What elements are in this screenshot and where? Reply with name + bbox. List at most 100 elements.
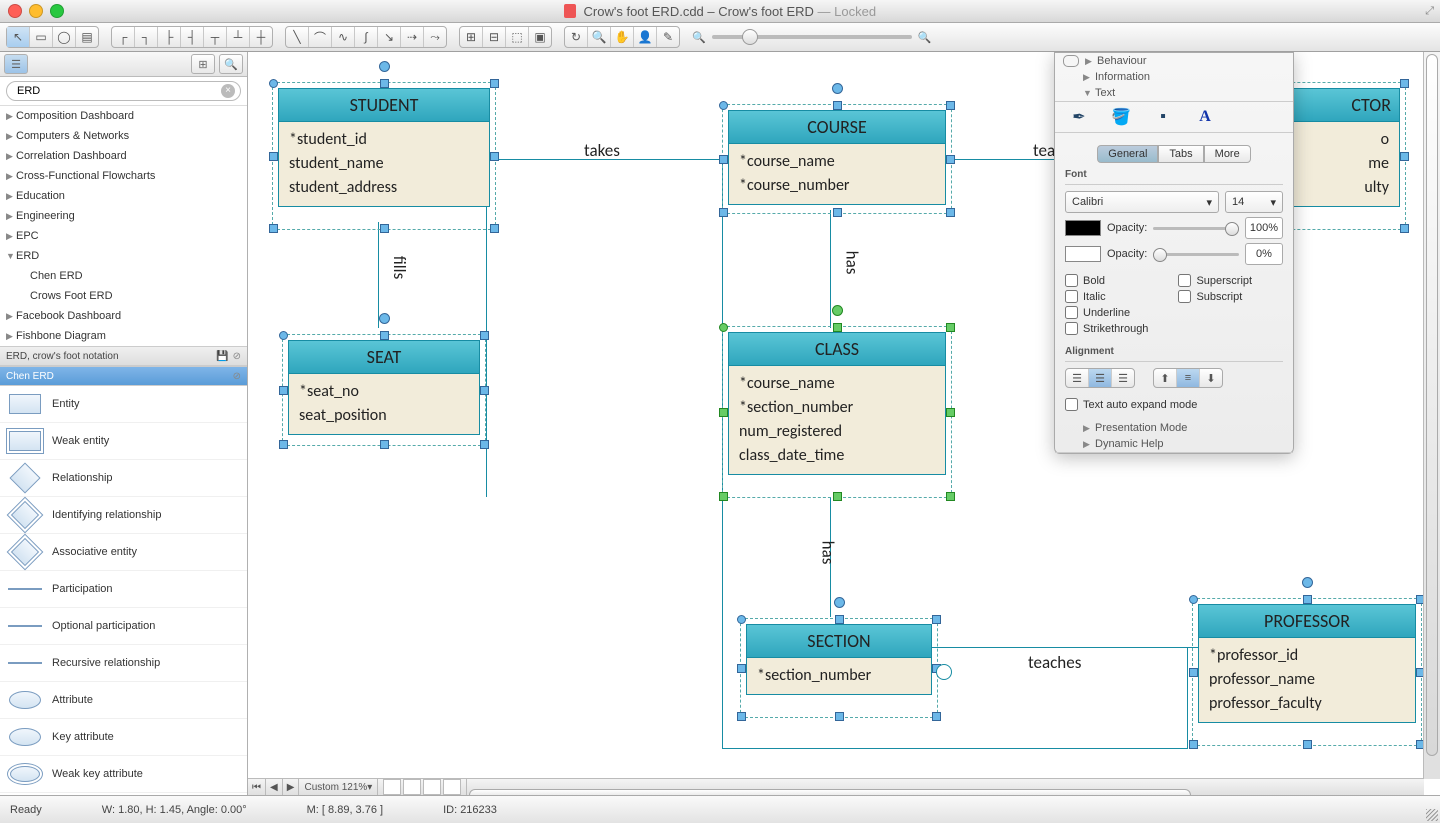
library-item[interactable]: Relationship bbox=[0, 460, 247, 497]
connector[interactable] bbox=[722, 748, 1188, 749]
search-input[interactable] bbox=[6, 81, 241, 101]
align-bottom[interactable]: ⬇ bbox=[1200, 369, 1222, 387]
entity-course[interactable]: COURSE *course_name *course_number bbox=[728, 110, 946, 205]
font-size-select[interactable]: 14▾ bbox=[1225, 191, 1283, 213]
align-middle[interactable]: ≡ bbox=[1177, 369, 1200, 387]
group-tool[interactable]: ⊞ bbox=[460, 27, 483, 47]
align-left[interactable]: ☰ bbox=[1066, 369, 1089, 387]
library-item[interactable]: Participation bbox=[0, 571, 247, 608]
tree-tool-7[interactable]: ┼ bbox=[250, 27, 272, 47]
library-item[interactable]: Associative entity bbox=[0, 534, 247, 571]
align-center[interactable]: ☰ bbox=[1089, 369, 1112, 387]
refresh-tool[interactable]: ↻ bbox=[565, 27, 588, 47]
opacity-slider-2[interactable] bbox=[1153, 253, 1239, 256]
view-mode-3[interactable] bbox=[423, 779, 441, 795]
close-lib-icon[interactable]: ⊘ bbox=[233, 371, 241, 382]
library-item[interactable]: Recursive relationship bbox=[0, 645, 247, 682]
entity-professor[interactable]: PROFESSOR *professor_id professor_name p… bbox=[1198, 604, 1416, 723]
ellipse-tool[interactable]: ◯ bbox=[53, 27, 76, 47]
inspector-section-text[interactable]: ▼Text bbox=[1055, 85, 1293, 101]
connector[interactable] bbox=[1187, 647, 1188, 749]
library-item[interactable]: Weak key attribute bbox=[0, 756, 247, 793]
tree-item[interactable]: ▶Correlation Dashboard bbox=[0, 146, 247, 166]
align-right[interactable]: ☰ bbox=[1112, 369, 1134, 387]
library-item[interactable]: Attribute bbox=[0, 682, 247, 719]
rotate-handle[interactable] bbox=[832, 83, 843, 94]
page-nav-prev[interactable]: ◀ bbox=[266, 779, 283, 795]
subtab-general[interactable]: General bbox=[1097, 145, 1158, 163]
zoom-display[interactable]: Custom 121% ▾ bbox=[299, 779, 378, 795]
bg-color-swatch[interactable] bbox=[1065, 246, 1101, 262]
entity-class[interactable]: CLASS *course_name *section_number num_r… bbox=[728, 332, 946, 475]
inspector-section-dynhelp[interactable]: ▶Dynamic Help bbox=[1055, 436, 1293, 452]
strike-checkbox[interactable]: Strikethrough bbox=[1065, 322, 1148, 335]
view-mode-4[interactable] bbox=[443, 779, 461, 795]
library-item[interactable]: Derived attribute bbox=[0, 793, 247, 795]
subscript-checkbox[interactable]: Subscript bbox=[1178, 290, 1252, 303]
conn-tool-3[interactable]: ⤳ bbox=[424, 27, 446, 47]
view-mode-1[interactable] bbox=[383, 779, 401, 795]
library-header-crowsfoot[interactable]: ERD, crow's foot notation 💾 ⊘ bbox=[0, 346, 247, 366]
tree-item[interactable]: ▶EPC bbox=[0, 226, 247, 246]
tree-tool-3[interactable]: ├ bbox=[158, 27, 181, 47]
autoexpand-checkbox[interactable]: Text auto expand mode bbox=[1065, 398, 1283, 411]
tree-item-child[interactable]: Crows Foot ERD bbox=[0, 286, 247, 306]
zoom-tool[interactable]: 🔍 bbox=[588, 27, 611, 47]
zoom-slider[interactable] bbox=[712, 35, 912, 39]
tree-item[interactable]: ▶Computers & Networks bbox=[0, 126, 247, 146]
library-item[interactable]: Weak entity bbox=[0, 423, 247, 460]
tree-item-child[interactable]: Chen ERD bbox=[0, 266, 247, 286]
zoom-out-icon[interactable]: 🔍 bbox=[692, 31, 706, 44]
rotate-handle[interactable] bbox=[1302, 577, 1313, 588]
save-lib-icon[interactable]: 💾 bbox=[216, 351, 228, 362]
zoom-in-icon[interactable]: 🔍 bbox=[918, 31, 932, 44]
sidebar-tab-library[interactable]: ☰ bbox=[4, 54, 28, 74]
page-nav-next[interactable]: ▶ bbox=[283, 779, 300, 795]
arc-tool[interactable]: ⌒ bbox=[309, 27, 332, 47]
library-item[interactable]: Key attribute bbox=[0, 719, 247, 756]
resize-grip[interactable] bbox=[1426, 809, 1438, 821]
rotate-handle[interactable] bbox=[832, 305, 843, 316]
tree-item[interactable]: ▶Cross-Functional Flowcharts bbox=[0, 166, 247, 186]
vertical-scrollbar[interactable] bbox=[1423, 52, 1440, 779]
line-tool[interactable]: ╲ bbox=[286, 27, 309, 47]
pointer-tool[interactable]: ↖ bbox=[7, 27, 30, 47]
font-style-icon[interactable]: A bbox=[1191, 106, 1219, 128]
tree-tool-6[interactable]: ┴ bbox=[227, 27, 250, 47]
opacity-slider-1[interactable] bbox=[1153, 227, 1239, 230]
inspector-section-behaviour[interactable]: ▶Behaviour bbox=[1055, 53, 1293, 69]
subtab-tabs[interactable]: Tabs bbox=[1158, 145, 1203, 163]
spline-tool[interactable]: ∫ bbox=[355, 27, 378, 47]
hand-tool[interactable]: ✋ bbox=[611, 27, 634, 47]
bucket-style-icon[interactable]: 🪣 bbox=[1107, 106, 1135, 128]
tree-tool-1[interactable]: ┌ bbox=[112, 27, 135, 47]
sidebar-tab-search[interactable]: 🔍 bbox=[219, 54, 243, 74]
italic-checkbox[interactable]: Italic bbox=[1065, 290, 1148, 303]
text-tool[interactable]: ▤ bbox=[76, 27, 98, 47]
opacity-value-1[interactable]: 100% bbox=[1245, 217, 1283, 239]
font-family-select[interactable]: Calibri▾ bbox=[1065, 191, 1219, 213]
tree-tool-2[interactable]: ┐ bbox=[135, 27, 158, 47]
conn-tool-2[interactable]: ⇢ bbox=[401, 27, 424, 47]
align-top[interactable]: ⬆ bbox=[1154, 369, 1177, 387]
tree-item[interactable]: ▶Education bbox=[0, 186, 247, 206]
tree-tool-5[interactable]: ┬ bbox=[204, 27, 227, 47]
inspector-section-information[interactable]: ▶Information bbox=[1055, 69, 1293, 85]
connector[interactable] bbox=[486, 159, 487, 497]
subtab-more[interactable]: More bbox=[1204, 145, 1251, 163]
inspector-section-presentation[interactable]: ▶Presentation Mode bbox=[1055, 420, 1293, 436]
back-tool[interactable]: ▣ bbox=[529, 27, 551, 47]
pen-tool[interactable]: ✎ bbox=[657, 27, 679, 47]
opacity-value-2[interactable]: 0% bbox=[1245, 243, 1283, 265]
superscript-checkbox[interactable]: Superscript bbox=[1178, 274, 1252, 287]
tree-item[interactable]: ▶Facebook Dashboard bbox=[0, 306, 247, 326]
view-mode-2[interactable] bbox=[403, 779, 421, 795]
tree-tool-4[interactable]: ┤ bbox=[181, 27, 204, 47]
tree-item[interactable]: ▶Fishbone Diagram bbox=[0, 326, 247, 346]
rotate-handle[interactable] bbox=[379, 61, 390, 72]
page-nav-first[interactable]: ⏮ bbox=[248, 779, 266, 795]
tree-item[interactable]: ▶Engineering bbox=[0, 206, 247, 226]
bold-checkbox[interactable]: Bold bbox=[1065, 274, 1148, 287]
entity-student[interactable]: STUDENT *student_id student_name student… bbox=[278, 88, 490, 207]
entity-section[interactable]: SECTION *section_number bbox=[746, 624, 932, 695]
